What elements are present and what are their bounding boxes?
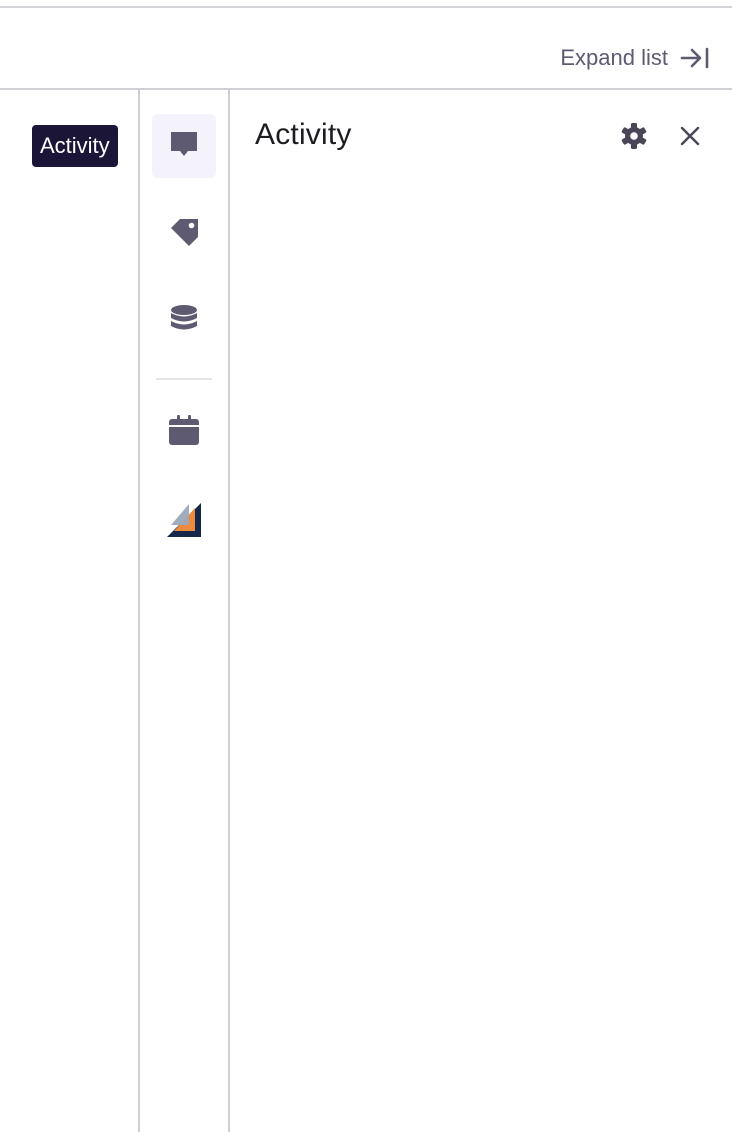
comment-icon [169, 129, 199, 164]
database-icon [169, 304, 199, 341]
rail-divider [156, 378, 212, 380]
gear-icon [620, 122, 648, 155]
rail-left-border [138, 90, 140, 1132]
header-divider [0, 88, 732, 90]
settings-button[interactable] [616, 120, 652, 156]
panel-title: Activity [255, 118, 352, 151]
close-icon [679, 125, 701, 152]
rail-item-integration[interactable] [152, 490, 216, 554]
close-button[interactable] [672, 120, 708, 156]
rail-right-border [228, 90, 230, 1132]
calendar-icon [168, 414, 200, 451]
rail-item-calendar[interactable] [152, 400, 216, 464]
rail-item-tags[interactable] [152, 202, 216, 266]
rail-item-activity[interactable] [152, 114, 216, 178]
activity-tooltip: Activity [32, 125, 118, 167]
expand-list-label: Expand list [560, 45, 668, 70]
rail-item-database[interactable] [152, 290, 216, 354]
integration-logo-icon [165, 501, 203, 544]
arrow-right-to-bar-icon [680, 46, 710, 70]
expand-list-button[interactable]: Expand list [560, 44, 710, 72]
tag-icon [167, 215, 201, 254]
header-bar: Expand list [0, 8, 732, 88]
